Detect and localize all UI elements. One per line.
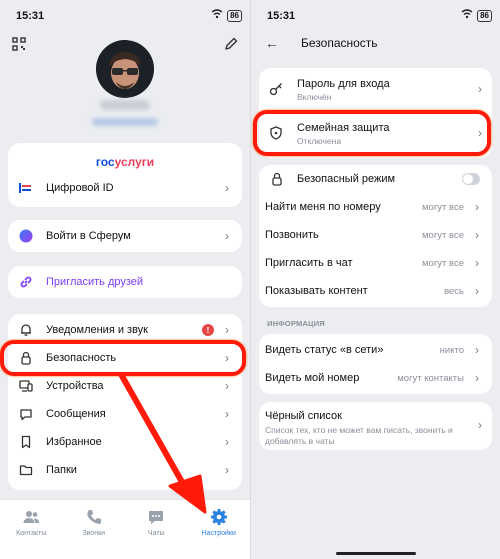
chevron-right-icon: ›	[478, 82, 482, 96]
info-section-header: ИНФОРМАЦИЯ	[267, 319, 325, 328]
contacts-icon	[22, 508, 40, 526]
notification-badge: !	[202, 324, 214, 336]
blacklist-card: Чёрный список Список тех, кто не может в…	[259, 402, 492, 450]
page-title: Безопасность	[301, 36, 378, 50]
tab-chats[interactable]: Чаты	[125, 500, 188, 559]
home-indicator	[336, 552, 416, 555]
show-content-item[interactable]: Показывать контент весь ›	[259, 277, 492, 305]
chevron-right-icon: ›	[225, 435, 229, 449]
wifi-icon	[461, 9, 473, 22]
chevron-right-icon: ›	[475, 228, 479, 242]
invite-card: Пригласить друзей	[8, 266, 242, 298]
chevron-right-icon: ›	[225, 323, 229, 337]
chat-icon	[147, 508, 165, 526]
chevron-right-icon: ›	[475, 371, 479, 385]
sferum-item[interactable]: Войти в Сферум ›	[8, 222, 242, 250]
settings-list-card: Уведомления и звук ! › Безопасность › Ус…	[8, 314, 242, 490]
message-icon	[18, 406, 34, 422]
chevron-right-icon: ›	[475, 284, 479, 298]
chevron-right-icon: ›	[478, 418, 482, 432]
safe-mode-item[interactable]: Безопасный режим	[259, 165, 492, 193]
qr-code-icon[interactable]	[12, 37, 26, 56]
profile-link-blurred[interactable]	[92, 118, 158, 126]
chevron-right-icon: ›	[225, 379, 229, 393]
chevron-right-icon: ›	[225, 463, 229, 477]
tab-contacts[interactable]: Контакты	[0, 500, 63, 559]
tab-calls[interactable]: Звонки	[63, 500, 126, 559]
battery-indicator: 86	[227, 9, 242, 22]
invite-to-chat-item[interactable]: Пригласить в чат могут все ›	[259, 249, 492, 277]
chevron-right-icon: ›	[225, 351, 229, 365]
phone-icon	[85, 508, 103, 526]
sferum-icon	[18, 228, 34, 244]
messages-item[interactable]: Сообщения ›	[8, 400, 242, 428]
status-bar: 15:31 86	[251, 0, 500, 30]
lock-icon	[269, 171, 285, 187]
digital-id-item[interactable]: Цифровой ID ›	[8, 174, 242, 202]
folder-icon	[18, 462, 34, 478]
devices-item[interactable]: Устройства ›	[8, 372, 242, 400]
privacy-card: Безопасный режим Найти меня по номеру мо…	[259, 165, 492, 307]
safe-mode-toggle[interactable]	[462, 173, 480, 185]
online-status-item[interactable]: Видеть статус «в сети» никто ›	[259, 336, 492, 364]
battery-indicator: 86	[477, 9, 492, 22]
status-time: 15:31	[267, 10, 296, 22]
chevron-right-icon: ›	[225, 181, 229, 195]
security-item[interactable]: Безопасность ›	[8, 344, 242, 372]
blacklist-item[interactable]: Чёрный список Список тех, кто не может в…	[265, 410, 466, 447]
notifications-item[interactable]: Уведомления и звук ! ›	[8, 316, 242, 344]
bookmark-icon	[18, 434, 34, 450]
gosuslugi-card: госуслуги Цифровой ID ›	[8, 143, 242, 207]
favorites-item[interactable]: Избранное ›	[8, 428, 242, 456]
password-item[interactable]: Пароль для входа Включён	[259, 72, 492, 108]
info-card: Видеть статус «в сети» никто › Видеть мо…	[259, 334, 492, 394]
chevron-right-icon: ›	[225, 407, 229, 421]
edit-pencil-icon[interactable]	[224, 37, 238, 56]
link-icon	[18, 274, 34, 290]
chevron-right-icon: ›	[225, 229, 229, 243]
chevron-right-icon: ›	[475, 256, 479, 270]
chevron-right-icon: ›	[475, 343, 479, 357]
security-screen: 15:31 86 ← Безопасность Пароль для входа…	[250, 0, 500, 559]
digital-id-icon	[18, 180, 34, 196]
devices-icon	[18, 378, 34, 394]
status-bar: 15:31 86	[0, 0, 250, 30]
folders-item[interactable]: Папки ›	[8, 456, 242, 484]
tab-settings[interactable]: Настройки	[188, 500, 251, 559]
invite-friends-item[interactable]: Пригласить друзей	[8, 268, 242, 296]
auth-card: Пароль для входа Включён › Семейная защи…	[259, 68, 492, 158]
back-arrow-icon[interactable]: ←	[265, 35, 279, 51]
lock-icon	[18, 350, 34, 366]
shield-icon	[269, 126, 283, 145]
find-me-item[interactable]: Найти меня по номеру могут все ›	[259, 193, 492, 221]
gosuslugi-logo: госуслуги	[95, 155, 155, 169]
my-number-item[interactable]: Видеть мой номер могут контакты ›	[259, 364, 492, 392]
bell-icon	[18, 322, 34, 338]
call-item[interactable]: Позвонить могут все ›	[259, 221, 492, 249]
chevron-right-icon: ›	[475, 200, 479, 214]
settings-screen: 15:31 86 госуслуги Цифровой ID › Войти в…	[0, 0, 250, 559]
family-protection-item[interactable]: Семейная защита Отключена	[259, 116, 492, 152]
wifi-icon	[211, 9, 223, 22]
gear-icon	[210, 508, 228, 526]
key-icon	[269, 82, 283, 101]
status-time: 15:31	[16, 10, 45, 22]
sferum-card: Войти в Сферум ›	[8, 220, 242, 252]
chevron-right-icon: ›	[478, 126, 482, 140]
profile-name-blurred	[100, 100, 150, 110]
bottom-tab-bar: Контакты Звонки Чаты Настройки	[0, 499, 250, 559]
avatar[interactable]	[96, 40, 154, 98]
